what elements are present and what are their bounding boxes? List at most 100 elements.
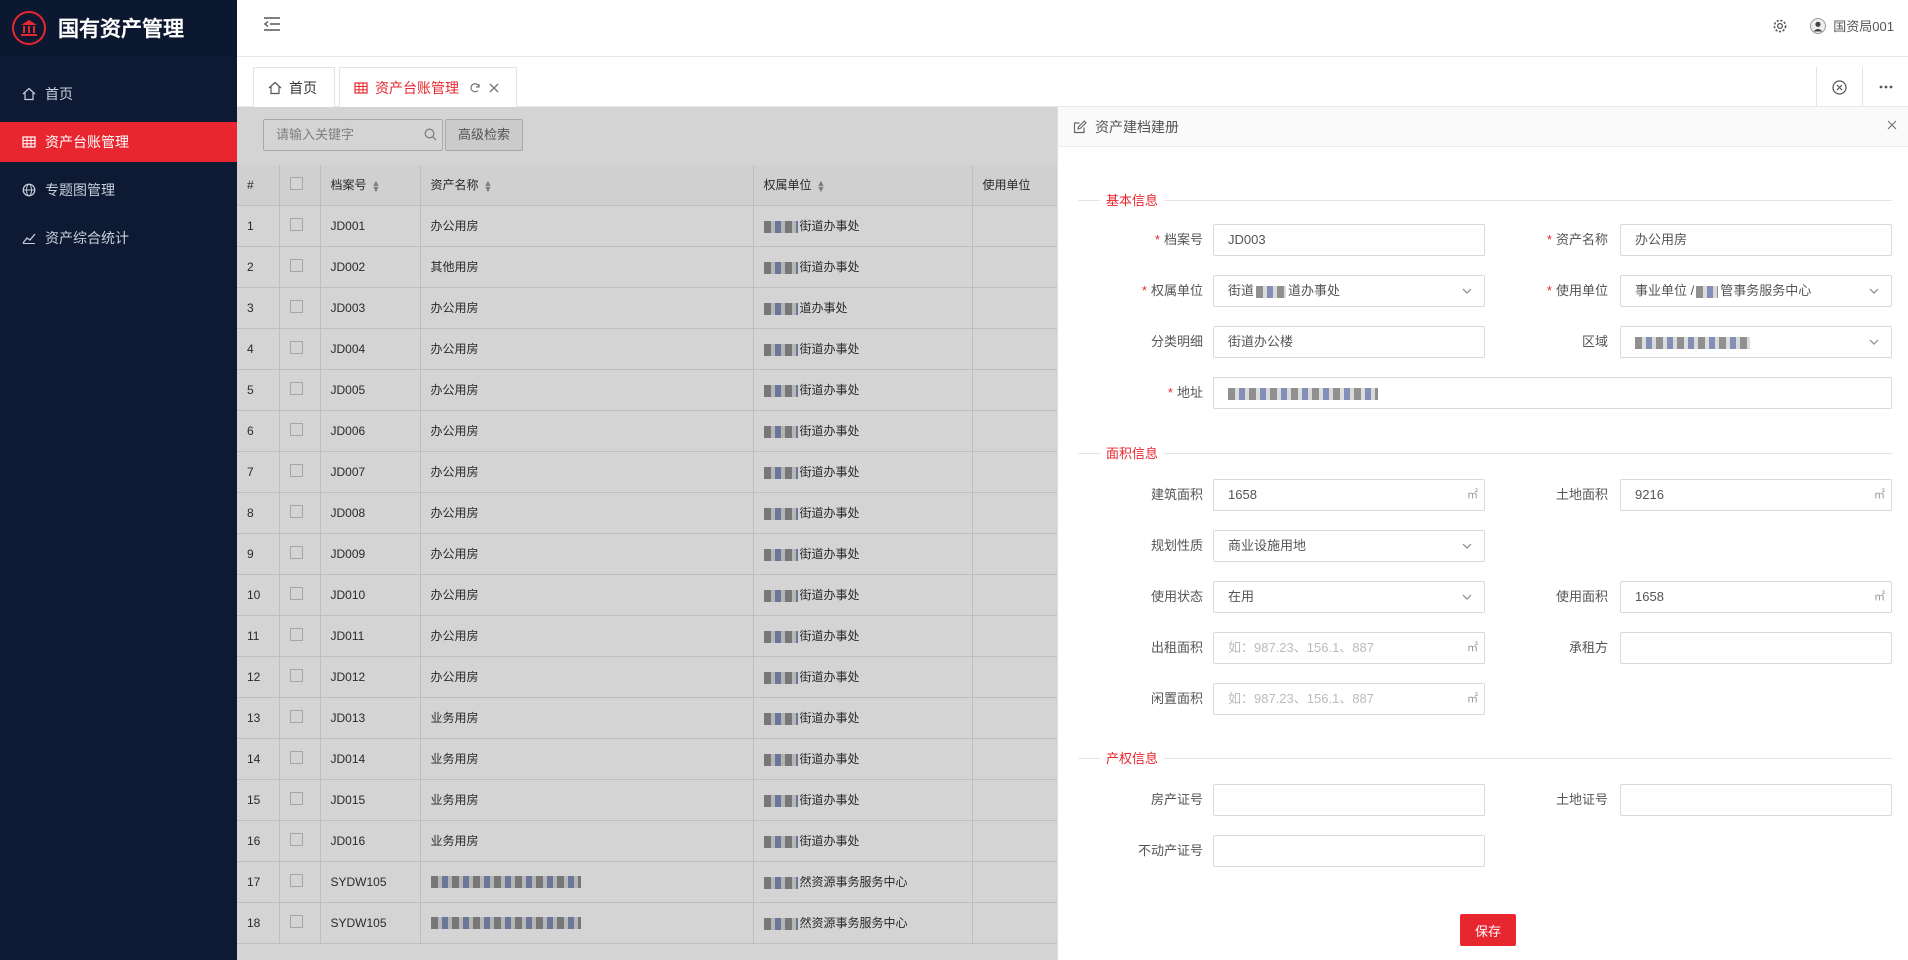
row-checkbox[interactable] (289, 586, 303, 600)
close-icon[interactable] (1886, 119, 1900, 133)
advanced-search-button[interactable]: 高级检索 (445, 119, 523, 151)
row-select[interactable] (279, 533, 321, 575)
table-row[interactable]: 16 JD016 业务用房 街道办事处 (237, 820, 1058, 862)
row-select[interactable] (279, 328, 321, 370)
table-row[interactable]: 3 JD003 办公用房 道办事处 (237, 287, 1058, 329)
table-row[interactable]: 12 JD012 办公用房 街道办事处 (237, 656, 1058, 698)
asset-name-field[interactable]: 办公用房 (1620, 224, 1892, 256)
table-row[interactable]: 5 JD005 办公用房 街道办事处 (237, 369, 1058, 411)
row-select[interactable] (279, 861, 321, 903)
house-cert-field[interactable] (1213, 784, 1485, 816)
row-select[interactable] (279, 820, 321, 862)
sidebar-item-home[interactable]: 首页 (0, 74, 237, 114)
owner-unit-select[interactable]: 街道 道办事处 (1213, 275, 1485, 307)
row-checkbox[interactable] (289, 217, 303, 231)
table-row[interactable]: 9 JD009 办公用房 街道办事处 (237, 533, 1058, 575)
row-checkbox[interactable] (289, 381, 303, 395)
select-all-checkbox[interactable] (289, 176, 303, 190)
table-row[interactable]: 4 JD004 办公用房 街道办事处 (237, 328, 1058, 370)
col-archive-no[interactable]: 档案号 ▲ ▼ (320, 165, 421, 206)
close-icon[interactable] (489, 83, 499, 93)
row-select[interactable] (279, 287, 321, 329)
sort-icon[interactable]: ▲ ▼ (484, 179, 493, 194)
row-checkbox[interactable] (289, 504, 303, 518)
archive-no-field[interactable]: JD003 (1213, 224, 1485, 256)
row-select[interactable] (279, 205, 321, 247)
use-unit-select[interactable]: 事业单位 / 管事务服务中心 (1620, 275, 1892, 307)
search-input[interactable]: 请输入关键字 (263, 119, 443, 151)
row-checkbox[interactable] (289, 545, 303, 559)
row-select[interactable] (279, 656, 321, 698)
row-checkbox[interactable] (289, 832, 303, 846)
row-select[interactable] (279, 738, 321, 780)
row-select[interactable] (279, 410, 321, 452)
region-select[interactable] (1620, 326, 1892, 358)
planning-select[interactable]: 商业设施用地 (1213, 530, 1485, 562)
search-icon[interactable] (424, 128, 437, 141)
use-area-field[interactable]: 1658 ㎡ (1620, 581, 1892, 613)
category-field[interactable]: 街道办公楼 (1213, 326, 1485, 358)
table-row[interactable]: 14 JD014 业务用房 街道办事处 (237, 738, 1058, 780)
sidebar-item-asset-ledger[interactable]: 资产台账管理 (0, 122, 237, 162)
row-checkbox[interactable] (289, 258, 303, 272)
sidebar-item-thematic-map[interactable]: 专题图管理 (0, 170, 237, 210)
address-field[interactable] (1213, 377, 1892, 409)
row-select[interactable] (279, 492, 321, 534)
menu-collapse-icon[interactable] (261, 13, 283, 35)
row-checkbox[interactable] (289, 627, 303, 641)
tenant-field[interactable] (1620, 632, 1892, 664)
row-select[interactable] (279, 697, 321, 739)
table-row[interactable]: 6 JD006 办公用房 街道办事处 (237, 410, 1058, 452)
tab-home[interactable]: 首页 (253, 67, 335, 107)
row-checkbox[interactable] (289, 873, 303, 887)
table-row[interactable]: 2 JD002 其他用房 街道办事处 (237, 246, 1058, 288)
sidebar-item-statistics[interactable]: 资产综合统计 (0, 218, 237, 258)
row-select[interactable] (279, 615, 321, 657)
table-row[interactable]: 17 SYDW105 然资源事务服务中心 (237, 861, 1058, 903)
row-checkbox[interactable] (289, 299, 303, 313)
row-checkbox[interactable] (289, 791, 303, 805)
land-area-field[interactable]: 9216 ㎡ (1620, 479, 1892, 511)
row-checkbox[interactable] (289, 914, 303, 928)
land-cert-field[interactable] (1620, 784, 1892, 816)
col-asset-name[interactable]: 资产名称 ▲ ▼ (420, 165, 754, 206)
tab-asset-ledger[interactable]: 资产台账管理 (339, 67, 517, 107)
row-select[interactable] (279, 779, 321, 821)
row-select[interactable] (279, 574, 321, 616)
col-owner-unit[interactable]: 权属单位 ▲ ▼ (753, 165, 973, 206)
row-checkbox[interactable] (289, 340, 303, 354)
avatar-icon[interactable] (1810, 17, 1827, 34)
col-use-unit[interactable]: 使用单位 (972, 165, 1058, 206)
row-select[interactable] (279, 451, 321, 493)
sort-icon[interactable]: ▲ ▼ (817, 179, 826, 194)
more-icon[interactable] (1862, 67, 1908, 107)
table-row[interactable]: 1 JD001 办公用房 街道办事处 (237, 205, 1058, 247)
estate-cert-field[interactable] (1213, 835, 1485, 867)
table-row[interactable]: 10 JD010 办公用房 街道办事处 (237, 574, 1058, 616)
col-select[interactable] (279, 165, 321, 206)
user-name[interactable]: 国资局001 (1833, 16, 1894, 35)
rent-area-field[interactable]: 如：987.23、156.1、887 ㎡ (1213, 632, 1485, 664)
table-row[interactable]: 15 JD015 业务用房 街道办事处 (237, 779, 1058, 821)
table-row[interactable]: 8 JD008 办公用房 街道办事处 (237, 492, 1058, 534)
table-row[interactable]: 11 JD011 办公用房 街道办事处 (237, 615, 1058, 657)
refresh-icon[interactable] (469, 82, 481, 94)
row-select[interactable] (279, 902, 321, 944)
building-area-field[interactable]: 1658 ㎡ (1213, 479, 1485, 511)
idle-area-field[interactable]: 如：987.23、156.1、887 ㎡ (1213, 683, 1485, 715)
row-checkbox[interactable] (289, 709, 303, 723)
row-checkbox[interactable] (289, 463, 303, 477)
save-button[interactable]: 保存 (1460, 914, 1516, 946)
gear-icon[interactable] (1772, 18, 1788, 34)
row-select[interactable] (279, 246, 321, 288)
row-checkbox[interactable] (289, 668, 303, 682)
close-all-tabs-icon[interactable] (1816, 67, 1862, 107)
row-checkbox[interactable] (289, 750, 303, 764)
use-status-select[interactable]: 在用 (1213, 581, 1485, 613)
row-select[interactable] (279, 369, 321, 411)
table-row[interactable]: 18 SYDW105 然资源事务服务中心 (237, 902, 1058, 944)
table-row[interactable]: 7 JD007 办公用房 街道办事处 (237, 451, 1058, 493)
sort-icon[interactable]: ▲ ▼ (372, 179, 381, 194)
table-row[interactable]: 13 JD013 业务用房 街道办事处 (237, 697, 1058, 739)
row-checkbox[interactable] (289, 422, 303, 436)
